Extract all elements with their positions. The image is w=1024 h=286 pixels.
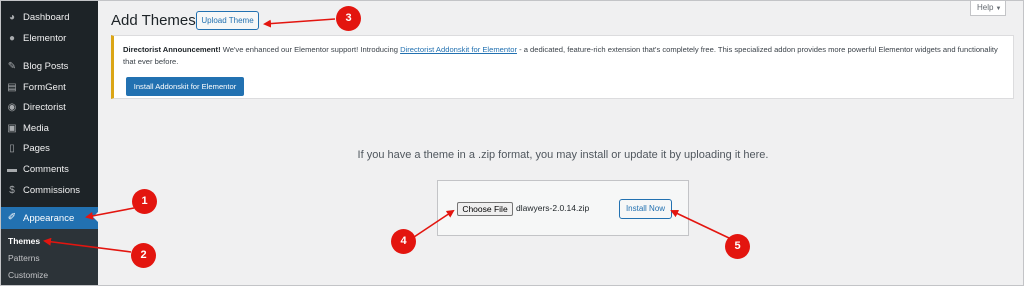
annotation-badge-2: 2 (131, 243, 156, 268)
annotation-badge-3: 3 (336, 6, 361, 31)
annotation-arrows (43, 18, 730, 253)
annotation-badge-4: 4 (391, 229, 416, 254)
arrow-4 (413, 209, 455, 238)
annotation-badge-5: 5 (725, 234, 750, 259)
arrow-5 (670, 209, 730, 239)
arrow-1 (85, 207, 135, 220)
arrow-3 (263, 18, 336, 28)
annotation-badge-1: 1 (132, 189, 157, 214)
arrow-2 (43, 237, 132, 253)
admin-screen: ◕ Dashboard ● Elementor ✎ Blog Posts ▤ F… (0, 0, 1024, 286)
